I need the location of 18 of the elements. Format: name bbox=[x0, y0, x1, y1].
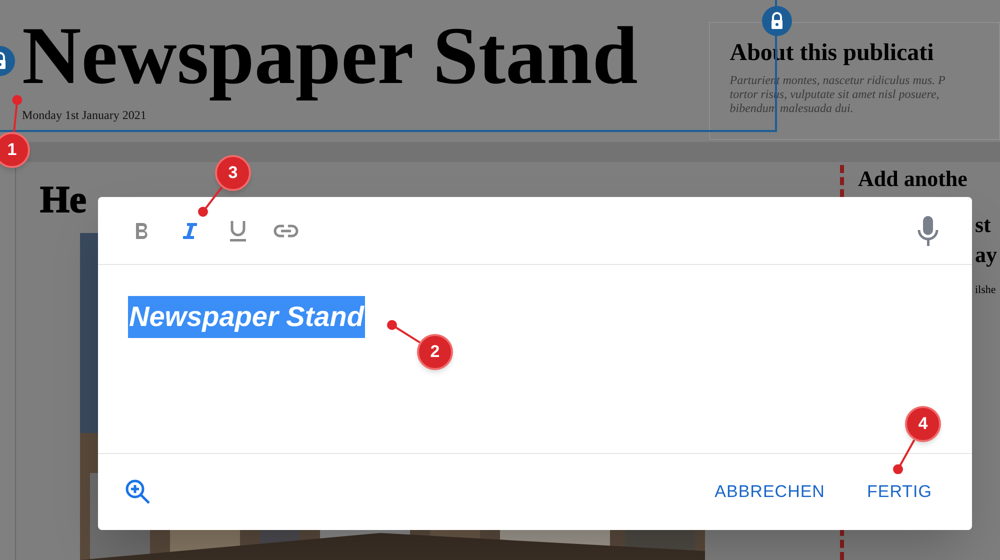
microphone-icon bbox=[917, 214, 939, 246]
story-headline: He bbox=[40, 178, 86, 222]
annotation-badge: 1 bbox=[0, 132, 30, 168]
text-fragment: ilshe bbox=[975, 283, 996, 298]
link-icon bbox=[273, 224, 299, 238]
lock-icon[interactable] bbox=[762, 6, 792, 36]
publication-date: Monday 1st January 2021 bbox=[22, 107, 148, 124]
zoom-in-icon bbox=[125, 479, 151, 505]
text-fragment: ay bbox=[975, 241, 997, 269]
publication-title: Newspaper Stand bbox=[22, 10, 639, 102]
italic-icon bbox=[182, 222, 198, 240]
side-heading: Add anothe bbox=[858, 166, 968, 192]
text-fragment: st bbox=[975, 211, 991, 239]
underline-icon bbox=[229, 220, 247, 242]
editor-text[interactable]: Newspaper Stand bbox=[128, 296, 365, 338]
cancel-button[interactable]: ABBRECHEN bbox=[698, 471, 841, 513]
bold-icon bbox=[134, 222, 150, 240]
done-button[interactable]: FERTIG bbox=[850, 471, 948, 513]
